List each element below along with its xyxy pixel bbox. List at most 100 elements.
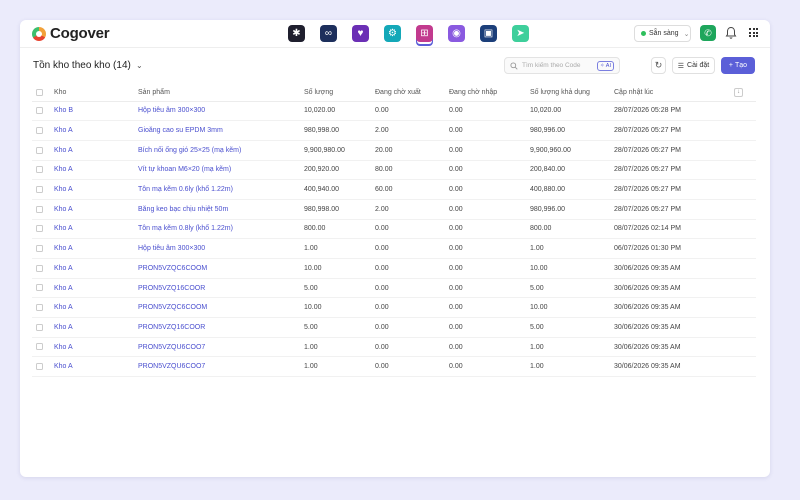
product-cell[interactable]: Băng keo bạc chịu nhiệt 50m bbox=[138, 199, 304, 220]
org-chart-icon[interactable]: ⊞ bbox=[416, 25, 433, 42]
updated-cell: 06/07/2026 01:30 PM bbox=[614, 238, 734, 259]
column-options-icon[interactable]: ↓ bbox=[734, 87, 743, 97]
row-checkbox[interactable] bbox=[36, 323, 43, 331]
select-all-checkbox[interactable] bbox=[36, 88, 43, 96]
row-checkbox[interactable] bbox=[36, 264, 43, 272]
app-logo[interactable]: Cogover bbox=[32, 25, 110, 42]
warehouse-cell[interactable]: Kho B bbox=[54, 101, 138, 122]
warehouse-cell[interactable]: Kho A bbox=[54, 258, 138, 279]
row-checkbox[interactable] bbox=[36, 304, 43, 312]
table-row[interactable]: Kho A PRON5VZQ16COOR 5.00 0.00 0.00 5.00 30/06… bbox=[32, 317, 756, 338]
warehouse-cell[interactable]: Kho A bbox=[54, 238, 138, 259]
warehouse-cell[interactable]: Kho A bbox=[54, 337, 138, 358]
table-row[interactable]: Kho A PRON5VZQU6COO7 1.00 0.00 0.00 1.00 30/06… bbox=[32, 356, 756, 378]
pending-out-cell: 0.00 bbox=[375, 337, 449, 358]
product-cell[interactable]: Tôn mạ kẽm 0.8ly (khổ 1.22m) bbox=[138, 219, 304, 240]
settings-button[interactable]: ☰ Cài đặt bbox=[672, 57, 715, 74]
ai-search-button[interactable]: ✧ AI bbox=[596, 61, 614, 71]
send-icon[interactable]: ➤ bbox=[512, 25, 529, 42]
product-cell[interactable]: PRON5VZQU6COO7 bbox=[138, 337, 304, 358]
table-row[interactable]: Kho A Gioăng cao su EPDM 3mm 980,998.00 2.0… bbox=[32, 120, 756, 141]
apps-grid-icon[interactable]: ✱ bbox=[288, 25, 305, 42]
updated-cell: 28/07/2026 05:27 PM bbox=[614, 179, 734, 200]
status-select[interactable]: Sẵn sàng ⌄ bbox=[634, 25, 691, 42]
table-row[interactable]: Kho A PRON5VZQ16COOR 5.00 0.00 0.00 5.00 30/06… bbox=[32, 278, 756, 299]
phone-button[interactable]: ✆ bbox=[700, 25, 716, 41]
row-checkbox[interactable] bbox=[36, 166, 43, 174]
pending-out-cell: 0.00 bbox=[375, 278, 449, 299]
row-checkbox[interactable] bbox=[36, 343, 43, 351]
product-cell[interactable]: Vít tự khoan M6×20 (mạ kẽm) bbox=[138, 160, 304, 181]
app-grid-icon[interactable] bbox=[749, 28, 758, 37]
chevron-down-icon[interactable]: ⌄ bbox=[136, 61, 143, 70]
row-checkbox[interactable] bbox=[36, 107, 43, 115]
chat-icon[interactable]: ◉ bbox=[448, 25, 465, 42]
col-header-warehouse[interactable]: Kho bbox=[54, 84, 138, 102]
table-row[interactable]: Kho B Hộp tiêu âm 300×300 10,020.00 0.00 0.0… bbox=[32, 101, 756, 122]
col-header-available[interactable]: Số lượng khả dụng bbox=[530, 84, 614, 102]
pending-in-cell: 0.00 bbox=[449, 238, 530, 259]
col-header-pending-out[interactable]: Đang chờ xuất bbox=[375, 84, 449, 102]
gear-icon[interactable]: ⚙ bbox=[384, 25, 401, 42]
page-title[interactable]: Tồn kho theo kho (14) bbox=[33, 60, 131, 71]
product-cell[interactable]: Hộp tiêu âm 300×300 bbox=[138, 238, 304, 259]
row-checkbox[interactable] bbox=[36, 126, 43, 134]
app-switcher: ✱ ∞ ♥ ⚙ ⊞ ◉ ▣ ➤ bbox=[288, 25, 529, 42]
product-cell[interactable]: PRON5VZQC6COOM bbox=[138, 297, 304, 319]
product-cell[interactable]: PRON5VZQC6COOM bbox=[138, 258, 304, 279]
warehouse-cell[interactable]: Kho A bbox=[54, 317, 138, 338]
settings-label: Cài đặt bbox=[687, 62, 710, 69]
table-row[interactable]: Kho A Tôn mạ kẽm 0.8ly (khổ 1.22m) 800.00 0… bbox=[32, 219, 756, 240]
col-header-quantity[interactable]: Số lượng bbox=[304, 84, 375, 102]
product-cell[interactable]: PRON5VZQ16COOR bbox=[138, 317, 304, 338]
table-row[interactable]: Kho A Vít tự khoan M6×20 (mạ kẽm) 200,920.… bbox=[32, 160, 756, 181]
row-checkbox[interactable] bbox=[36, 146, 43, 154]
col-header-pending-in[interactable]: Đang chờ nhập bbox=[449, 84, 530, 102]
product-cell[interactable]: Gioăng cao su EPDM 3mm bbox=[138, 120, 304, 141]
table-row[interactable]: Kho A Băng keo bạc chịu nhiệt 50m 980,998.… bbox=[32, 199, 756, 220]
warehouse-cell[interactable]: Kho A bbox=[54, 356, 138, 378]
page-header: Tồn kho theo kho (14) ⌄ ✧ AI ↻ ☰ Cài đặt… bbox=[33, 57, 756, 77]
warehouse-cell[interactable]: Kho A bbox=[54, 219, 138, 240]
search-input[interactable] bbox=[522, 62, 604, 69]
row-checkbox[interactable] bbox=[36, 225, 43, 233]
warehouse-cell[interactable]: Kho A bbox=[54, 140, 138, 161]
bell-icon[interactable] bbox=[725, 26, 737, 40]
table-row[interactable]: Kho A PRON5VZQU6COO7 1.00 0.00 0.00 1.00 30/06… bbox=[32, 337, 756, 358]
table-row[interactable]: Kho A Tôn mạ kẽm 0.6ly (khổ 1.22m) 400,940… bbox=[32, 179, 756, 200]
warehouse-cell[interactable]: Kho A bbox=[54, 160, 138, 181]
row-checkbox[interactable] bbox=[36, 205, 43, 213]
search-box[interactable]: ✧ AI bbox=[504, 57, 620, 74]
col-header-updated[interactable]: Cập nhật lúc bbox=[614, 84, 734, 102]
table-row[interactable]: Kho A PRON5VZQC6COOM 10.00 0.00 0.00 10.00 30/… bbox=[32, 297, 756, 319]
warehouse-cell[interactable]: Kho A bbox=[54, 179, 138, 200]
table-row[interactable]: Kho A PRON5VZQC6COOM 10.00 0.00 0.00 10.00 30/… bbox=[32, 258, 756, 279]
row-checkbox[interactable] bbox=[36, 244, 43, 252]
available-cell: 980,996.00 bbox=[530, 199, 614, 220]
link-icon[interactable]: ∞ bbox=[320, 25, 337, 42]
heart-icon[interactable]: ♥ bbox=[352, 25, 369, 42]
refresh-button[interactable]: ↻ bbox=[651, 57, 666, 74]
table-row[interactable]: Kho A Hộp tiêu âm 300×300 1.00 0.00 0.00 1.00… bbox=[32, 238, 756, 259]
row-end-cell bbox=[734, 337, 756, 358]
updated-cell: 28/07/2026 05:27 PM bbox=[614, 199, 734, 220]
warehouse-cell[interactable]: Kho A bbox=[54, 199, 138, 220]
product-cell[interactable]: Tôn mạ kẽm 0.6ly (khổ 1.22m) bbox=[138, 179, 304, 200]
product-cell[interactable]: PRON5VZQU6COO7 bbox=[138, 356, 304, 378]
product-cell[interactable]: PRON5VZQ16COOR bbox=[138, 278, 304, 299]
warehouse-cell[interactable]: Kho A bbox=[54, 278, 138, 299]
warehouse-cell[interactable]: Kho A bbox=[54, 120, 138, 141]
col-header-product[interactable]: Sản phẩm bbox=[138, 84, 304, 102]
row-checkbox[interactable] bbox=[36, 185, 43, 193]
create-button[interactable]: + Tạo bbox=[721, 57, 755, 74]
product-cell[interactable]: Bích nối ống gió 25×25 (mạ kẽm) bbox=[138, 140, 304, 161]
table-row[interactable]: Kho A Bích nối ống gió 25×25 (mạ kẽm) 9,90… bbox=[32, 140, 756, 161]
create-label: Tạo bbox=[735, 62, 748, 69]
warehouse-cell[interactable]: Kho A bbox=[54, 297, 138, 319]
pending-out-cell: 0.00 bbox=[375, 219, 449, 240]
row-checkbox[interactable] bbox=[36, 363, 43, 371]
product-cell[interactable]: Hộp tiêu âm 300×300 bbox=[138, 101, 304, 122]
row-checkbox[interactable] bbox=[36, 284, 43, 292]
table-header-row: Kho Sản phẩm Số lượng Đang chờ xuất Đang… bbox=[32, 84, 756, 102]
warehouse-icon[interactable]: ▣ bbox=[480, 25, 497, 42]
